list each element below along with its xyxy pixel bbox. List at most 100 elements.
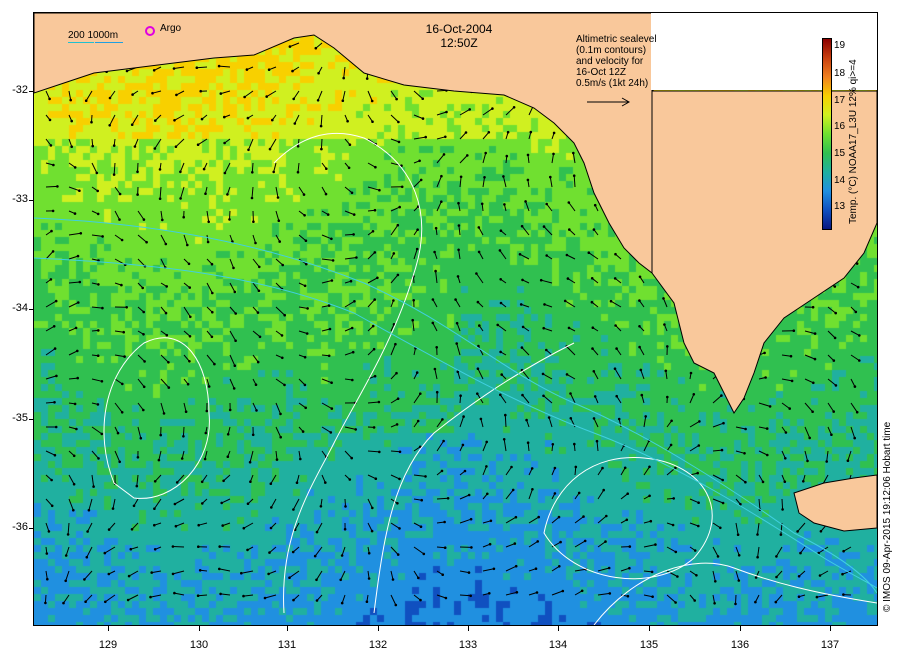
velocity-vector-head — [505, 154, 509, 158]
x-tick — [558, 626, 559, 631]
velocity-vector-head — [825, 460, 828, 463]
velocity-vector-head — [326, 213, 330, 216]
velocity-vector — [413, 179, 422, 188]
velocity-vector-head — [107, 572, 111, 576]
y-tick — [29, 309, 33, 310]
velocity-vector-head — [591, 347, 594, 350]
velocity-vector — [499, 250, 507, 260]
velocity-vector-head — [159, 433, 162, 437]
velocity-vector — [482, 177, 485, 188]
velocity-vector-head — [242, 526, 246, 530]
velocity-vector — [597, 592, 610, 596]
colorbar-tick-label: 14 — [834, 175, 846, 186]
velocity-vector-head — [813, 332, 817, 335]
velocity-vector-head — [695, 574, 698, 577]
velocity-vector — [850, 402, 858, 413]
velocity-vector — [183, 234, 188, 246]
velocity-vector — [275, 186, 279, 198]
velocity-vector — [413, 393, 421, 404]
velocity-vector-head — [370, 529, 374, 533]
velocity-vector — [68, 186, 80, 192]
velocity-vector — [136, 474, 139, 487]
velocity-vector — [293, 90, 300, 100]
velocity-vector-head — [669, 443, 673, 447]
velocity-vector-head — [154, 119, 157, 122]
colorbar-tick-label: 16 — [834, 121, 846, 132]
velocity-vector — [816, 594, 829, 598]
y-tick-label: -32 — [12, 84, 28, 96]
velocity-vector — [436, 497, 449, 500]
velocity-vector — [91, 234, 103, 237]
velocity-vector-head — [199, 89, 202, 93]
velocity-vector — [459, 155, 468, 164]
velocity-vector-head — [226, 455, 230, 459]
velocity-vector-head — [626, 594, 630, 598]
velocity-vector — [206, 282, 213, 294]
velocity-vector — [85, 90, 93, 101]
velocity-vector-head — [552, 152, 555, 156]
velocity-vector-head — [317, 71, 320, 75]
velocity-vector-head — [279, 435, 282, 439]
velocity-vector — [45, 498, 53, 507]
velocity-vector — [390, 224, 399, 236]
velocity-vector-head — [118, 218, 121, 221]
velocity-vector-head — [292, 97, 296, 101]
velocity-vector — [180, 186, 185, 199]
velocity-vector — [735, 474, 746, 483]
velocity-vector-head — [697, 501, 700, 505]
velocity-vector — [179, 162, 185, 172]
velocity-vector — [113, 162, 116, 175]
velocity-vector-head — [502, 175, 505, 178]
velocity-vector-head — [304, 406, 308, 410]
velocity-vector-head — [396, 223, 400, 227]
sealevel-contour — [273, 132, 423, 614]
velocity-vector-head — [485, 465, 488, 468]
sealevel-contour — [593, 562, 877, 625]
velocity-vector — [229, 282, 236, 293]
velocity-vector-head — [277, 219, 281, 222]
velocity-vector — [797, 522, 806, 532]
velocity-vector-head — [248, 460, 252, 464]
velocity-vector-head — [419, 525, 423, 528]
velocity-vector — [314, 546, 323, 557]
velocity-vector — [689, 420, 700, 428]
velocity-vector — [689, 522, 699, 527]
velocity-vector-head — [853, 385, 857, 388]
velocity-vector-head — [76, 254, 80, 258]
bathymetry-200m-line — [68, 42, 94, 43]
velocity-vector-head — [365, 77, 369, 80]
x-tick-label: 136 — [730, 639, 750, 651]
velocity-vector-head — [97, 283, 100, 286]
velocity-vector-head — [184, 410, 188, 414]
velocity-vector — [390, 450, 401, 453]
velocity-vector — [275, 306, 286, 316]
velocity-vector-head — [737, 554, 741, 557]
velocity-vector-head — [502, 438, 506, 441]
velocity-vector-head — [174, 524, 178, 528]
velocity-vector-head — [283, 313, 286, 317]
velocity-vector-head — [832, 410, 835, 413]
velocity-vector-head — [319, 124, 323, 128]
velocity-vector-head — [50, 478, 53, 482]
velocity-vector-head — [197, 545, 200, 548]
velocity-vector — [525, 201, 530, 212]
velocity-vector-head — [49, 144, 53, 147]
velocity-vector — [248, 138, 254, 150]
velocity-vector-head — [416, 419, 420, 423]
velocity-vector — [137, 354, 145, 362]
velocity-vector — [128, 570, 139, 577]
velocity-vector — [104, 546, 116, 554]
velocity-vector-head — [464, 131, 468, 134]
velocity-vector-head — [696, 471, 699, 475]
velocity-vector — [413, 136, 426, 140]
velocity-vector-head — [86, 530, 89, 533]
velocity-vector-head — [258, 335, 262, 339]
velocity-vector-head — [534, 567, 538, 570]
velocity-vector-head — [75, 427, 78, 431]
velocity-vector-head — [85, 555, 89, 559]
velocity-vector — [504, 415, 507, 428]
velocity-vector — [298, 234, 307, 242]
velocity-vector-head — [101, 306, 104, 310]
velocity-vector — [482, 131, 490, 140]
velocity-vector-head — [165, 285, 168, 288]
